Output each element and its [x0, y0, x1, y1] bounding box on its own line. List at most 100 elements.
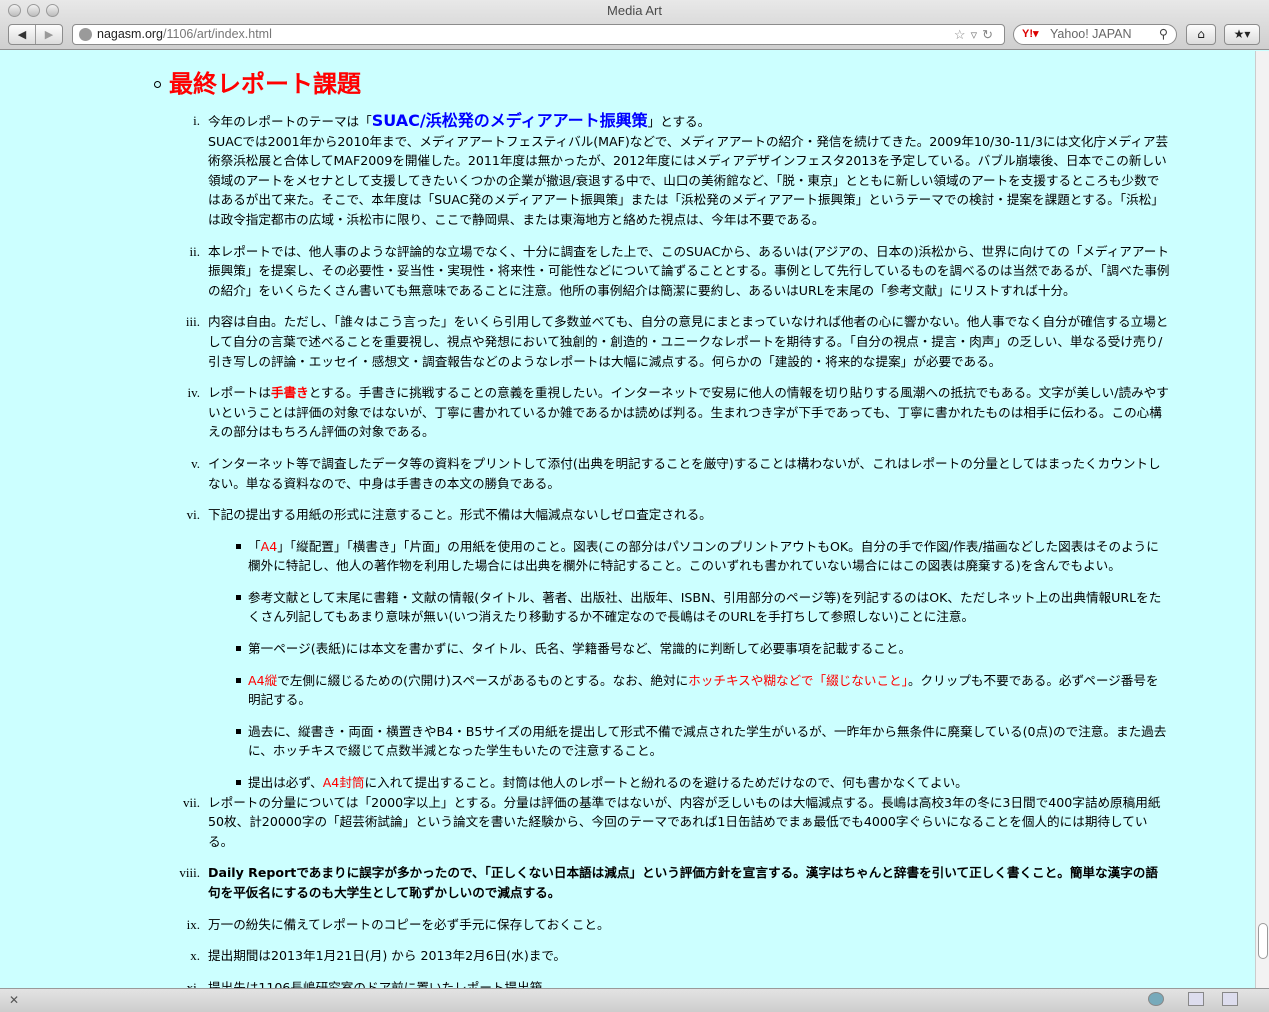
item-text: 参考文献として末尾に書籍・文献の情報(タイトル、著者、出版社、出版年、ISBN、…	[248, 589, 1162, 625]
globe-icon	[79, 28, 92, 41]
item-text: 今年のレポートのテーマは「	[208, 114, 372, 129]
list-item: iii. 内容は自由。ただし、「誰々はこう言った」をいくら引用して多数並べても、自…	[150, 312, 1170, 371]
address-bar[interactable]: nagasm.org/1106/art/index.html ☆▿↻	[72, 24, 1005, 45]
highlighted-text: ホッチキスや糊などで「綴じないこと」	[688, 672, 908, 688]
highlighted-text: A4縦	[248, 672, 278, 688]
network-icon[interactable]	[1148, 992, 1164, 1006]
highlighted-text: A4	[260, 538, 278, 554]
item-body: 内容は自由。ただし、「誰々はこう言った」をいくら引用して多数並べても、自分の意見…	[208, 312, 1170, 371]
list-item: viii. Daily Reportであまりに誤字が多かったので、「正しくない日本…	[150, 863, 1170, 902]
scrollbar-thumb[interactable]	[1258, 923, 1268, 959]
yahoo-logo-icon[interactable]: Y!▾	[1022, 25, 1039, 44]
item-text: 提出期間は2013年1月21日(月) から 2013年2月6日(水)まで。	[208, 948, 567, 964]
item-text: 内容は自由。ただし、「誰々はこう言った」をいくら引用して多数並べても、自分の意見…	[208, 314, 1169, 369]
item-body: インターネット等で調査したデータ等の資料をプリントして添付(出典を明記することを…	[208, 454, 1170, 493]
item-number: iii.	[185, 314, 200, 330]
item-body: 本レポートでは、他人事のような評論的な立場でなく、十分に調査をした上で、このSU…	[208, 242, 1170, 301]
sub-list-item: 「A4」「縦配置」「横書き」「片面」の用紙を使用のこと。図表(この部分はパソコン…	[208, 537, 1170, 576]
item-number: vii.	[183, 794, 200, 810]
circle-bullet-icon	[154, 81, 161, 88]
item-body: 下記の提出する用紙の形式に注意すること。形式不備は大幅減点ないしゼロ査定される。	[208, 505, 1170, 525]
item-text: 提出先は1106長嶋研究室のドア前に置いたレポート提出箱。	[208, 979, 555, 988]
highlighted-text: Daily Reportであまりに誤字が多かったので、「正しくない日本語は減点」…	[208, 865, 1158, 900]
item-text: 万一の紛失に備えてレポートのコピーを必ず手元に保存しておくこと。	[208, 916, 610, 932]
sub-list-item: 提出は必ず、A4封筒に入れて提出すること。封筒は他人のレポートと紛れるのを避ける…	[208, 773, 1170, 793]
item-number: ix.	[186, 916, 200, 932]
sub-list-item: 過去に、縦書き・両面・横置きやB4・B5サイズの用紙を提出して形式不備で減点され…	[208, 722, 1170, 761]
search-icon[interactable]: ⚲	[1159, 25, 1168, 44]
sub-list-item: 参考文献として末尾に書籍・文献の情報(タイトル、著者、出版社、出版年、ISBN、…	[208, 588, 1170, 627]
item-text: 本レポートでは、他人事のような評論的な立場でなく、十分に調査をした上で、このSU…	[208, 243, 1170, 298]
monitor-icon[interactable]	[1188, 992, 1204, 1006]
list-item: i. 今年のレポートのテーマは「SUAC/浜松発のメディアアート振興策」とする。 S…	[150, 111, 1170, 230]
item-text: レポートは	[208, 385, 271, 401]
sub-list-item: 第一ページ(表紙)には本文を書かずに、タイトル、氏名、学籍番号など、常識的に判断…	[208, 639, 1170, 659]
search-box[interactable]: Y!▾ Yahoo! JAPAN ⚲	[1013, 24, 1177, 45]
highlighted-text: A4封筒	[322, 775, 365, 791]
item-text: 「	[248, 538, 261, 554]
item-body: 万一の紛失に備えてレポートのコピーを必ず手元に保存しておくこと。	[208, 915, 1170, 935]
item-body: 今年のレポートのテーマは「SUAC/浜松発のメディアアート振興策」とする。 SUA…	[208, 111, 1170, 230]
requirements-list: i. 今年のレポートのテーマは「SUAC/浜松発のメディアアート振興策」とする。 S…	[150, 111, 1170, 988]
back-button[interactable]: ◀	[9, 25, 35, 44]
close-status-icon[interactable]: ✕	[9, 993, 19, 1007]
square-bullet-icon	[236, 780, 241, 786]
history-dropdown-icon[interactable]: ▿	[971, 27, 983, 42]
bookmark-star-icon[interactable]: ☆	[954, 27, 971, 42]
vertical-scrollbar[interactable]	[1255, 51, 1269, 988]
item-text: 」「縦配置」「横書き」「片面」の用紙を使用のこと。図表(この部分はパソコンのプリ…	[248, 538, 1159, 574]
item-number: i.	[193, 113, 200, 128]
item-text: 提出は必ず、	[248, 775, 323, 791]
search-engine-label: Yahoo! JAPAN	[1050, 27, 1132, 41]
sub-list-item: A4縦で左側に綴じるための(穴開け)スペースがあるものとする。なお、絶対にホッチ…	[208, 671, 1170, 710]
item-body: レポートの分量については「2000字以上」とする。分量は評価の基準ではないが、内…	[208, 793, 1170, 852]
bookmarks-menu-button[interactable]: ★▾	[1224, 24, 1260, 45]
item-text: 」とする。	[647, 114, 711, 129]
status-bar: ✕	[0, 988, 1269, 1012]
item-text: SUACでは2001年から2010年まで、メディアアートフェスティバル(MAF)…	[208, 133, 1169, 227]
item-body: レポートは手書きとする。手書きに挑戦することの意義を重視したい。インターネットで…	[208, 383, 1170, 442]
window-icon[interactable]	[1222, 992, 1238, 1006]
square-bullet-icon	[236, 728, 241, 734]
home-button[interactable]: ⌂	[1186, 24, 1216, 45]
item-text: 第一ページ(表紙)には本文を書かずに、タイトル、氏名、学籍番号など、常識的に判断…	[248, 641, 912, 657]
item-body: 提出先は1106長嶋研究室のドア前に置いたレポート提出箱。	[208, 978, 1170, 988]
list-item: iv. レポートは手書きとする。手書きに挑戦することの意義を重視したい。インターネ…	[150, 383, 1170, 442]
list-item: ix. 万一の紛失に備えてレポートのコピーを必ず手元に保存しておくこと。	[150, 915, 1170, 935]
highlighted-text: 手書き	[270, 385, 309, 401]
reload-icon[interactable]: ↻	[982, 27, 998, 42]
list-item: vi. 下記の提出する用紙の形式に注意すること。形式不備は大幅減点ないしゼロ査定さ…	[150, 505, 1170, 793]
item-body: Daily Reportであまりに誤字が多かったので、「正しくない日本語は減点」…	[208, 863, 1170, 902]
forward-button[interactable]: ▶	[35, 25, 62, 44]
square-bullet-icon	[236, 677, 241, 683]
item-body: 提出期間は2013年1月21日(月) から 2013年2月6日(水)まで。	[208, 946, 1170, 966]
item-text: インターネット等で調査したデータ等の資料をプリントして添付(出典を明記することを…	[208, 455, 1161, 491]
item-text: とする。手書きに挑戦することの意義を重視したい。インターネットで安易に他人の情報…	[208, 385, 1169, 440]
list-item: v. インターネット等で調査したデータ等の資料をプリントして添付(出典を明記するこ…	[150, 454, 1170, 493]
window-title: Media Art	[607, 3, 662, 18]
item-number: v.	[191, 455, 200, 471]
item-number: ii.	[189, 243, 200, 259]
item-text: に入れて提出すること。封筒は他人のレポートと紛れるのを避けるためだけなので、何も…	[364, 775, 968, 791]
section-heading: 最終レポート課題	[154, 64, 361, 99]
square-bullet-icon	[236, 543, 241, 549]
item-text: 過去に、縦書き・両面・横置きやB4・B5サイズの用紙を提出して形式不備で減点され…	[248, 723, 1167, 759]
square-bullet-icon	[236, 646, 241, 652]
nav-buttons: ◀ ▶	[8, 24, 63, 45]
item-text: 下記の提出する用紙の形式に注意すること。形式不備は大幅減点ないしゼロ査定される。	[208, 507, 712, 523]
item-text: レポートの分量については「2000字以上」とする。分量は評価の基準ではないが、内…	[208, 794, 1161, 849]
item-number: vi.	[186, 507, 200, 523]
list-item: vii. レポートの分量については「2000字以上」とする。分量は評価の基準ではな…	[150, 793, 1170, 852]
url-host: nagasm.org	[97, 27, 164, 41]
item-number: xi.	[186, 979, 200, 988]
page-title: 最終レポート課題	[169, 70, 361, 98]
url-path: /1106/art/index.html	[163, 27, 272, 41]
list-item: ii. 本レポートでは、他人事のような評論的な立場でなく、十分に調査をした上で、こ…	[150, 242, 1170, 301]
item-number: x.	[190, 948, 200, 964]
item-text: で左側に綴じるための(穴開け)スペースがあるものとする。なお、絶対に	[277, 672, 689, 688]
page-content: 最終レポート課題 i. 今年のレポートのテーマは「SUAC/浜松発のメディアアート…	[0, 51, 1255, 988]
list-item: xi. 提出先は1106長嶋研究室のドア前に置いたレポート提出箱。	[150, 978, 1170, 988]
highlighted-text: SUAC/浜松発のメディアアート振興策	[371, 111, 648, 130]
sub-list: 「A4」「縦配置」「横書き」「片面」の用紙を使用のこと。図表(この部分はパソコン…	[208, 537, 1170, 793]
square-bullet-icon	[236, 594, 241, 600]
